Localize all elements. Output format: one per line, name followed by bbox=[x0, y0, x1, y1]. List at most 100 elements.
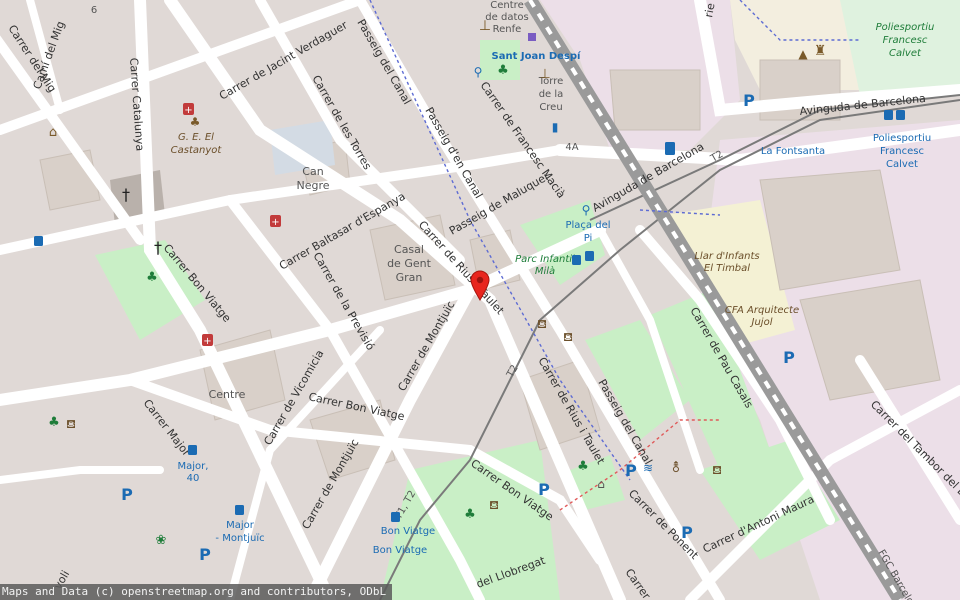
label-cfa-1: CFA Arquitecte bbox=[725, 305, 799, 316]
svg-text:P: P bbox=[121, 485, 133, 504]
svg-text:▮: ▮ bbox=[552, 120, 559, 134]
label-can-negre-2: Negre bbox=[296, 179, 329, 192]
monument-icon[interactable]: ⊥ bbox=[539, 67, 550, 82]
svg-text:⛾: ⛾ bbox=[489, 498, 499, 512]
svg-text:♣: ♣ bbox=[497, 63, 509, 78]
railway-station-icon[interactable] bbox=[528, 33, 536, 41]
parking-icon[interactable]: P bbox=[783, 348, 795, 367]
parking-icon[interactable]: P bbox=[121, 485, 133, 504]
label-torre-2: de la bbox=[539, 89, 564, 100]
swimming-icon[interactable]: ≋ bbox=[643, 461, 653, 475]
label-placa-del-pi-1: Plaça del bbox=[565, 220, 610, 231]
svg-text:❀: ❀ bbox=[156, 533, 167, 548]
label-placa-del-pi-2: Pi bbox=[584, 233, 593, 244]
svg-text:P: P bbox=[681, 523, 693, 542]
sports-icon[interactable]: ♜ bbox=[814, 43, 827, 59]
picnic-icon[interactable]: ⛾ bbox=[563, 330, 573, 344]
svg-text:⚨: ⚨ bbox=[671, 460, 682, 476]
church-icon[interactable]: † bbox=[122, 185, 130, 204]
label-centre-datos-3: Renfe bbox=[493, 24, 522, 35]
label-casal-2: de Gent bbox=[387, 257, 432, 270]
parking-icon[interactable]: P bbox=[538, 480, 550, 499]
picnic-icon[interactable]: ⛾ bbox=[66, 417, 76, 431]
label-gee-1: G. E. El bbox=[178, 132, 214, 143]
parking-icon[interactable]: P bbox=[199, 545, 211, 564]
recycling-icon[interactable]: ▮ bbox=[552, 120, 559, 134]
playground-icon[interactable]: ♣ bbox=[146, 270, 158, 285]
museum-icon[interactable]: ⌂ bbox=[49, 125, 57, 140]
label-major-40-2: 40 bbox=[187, 473, 200, 484]
dog-park-icon[interactable]: ❀ bbox=[156, 533, 167, 548]
label-centre: Centre bbox=[209, 388, 246, 401]
label-centre-datos-2: de datos bbox=[485, 12, 528, 23]
svg-text:♜: ♜ bbox=[814, 43, 827, 59]
bicycle-rental-icon[interactable]: ⚲ bbox=[474, 65, 483, 79]
label-bon-viatge-stop-2: Bon Viatge bbox=[373, 545, 427, 556]
svg-text:♣: ♣ bbox=[464, 507, 476, 522]
bus-stop-icon[interactable] bbox=[585, 251, 594, 261]
label-centre-datos-1: Centre bbox=[490, 0, 523, 11]
scout-icon[interactable]: ♣ bbox=[190, 115, 201, 129]
label-poliesportiu-b2: Francesc bbox=[880, 146, 924, 157]
svg-text:P: P bbox=[783, 348, 795, 367]
picnic-icon[interactable]: ⛾ bbox=[537, 317, 547, 331]
monument-icon[interactable]: ⊥ bbox=[479, 18, 491, 34]
svg-text:+: + bbox=[203, 336, 211, 347]
bicycle-rental-icon[interactable]: ⚲ bbox=[582, 203, 591, 217]
svg-text:⛾: ⛾ bbox=[712, 463, 722, 477]
toilets-icon[interactable]: ⚨ bbox=[671, 460, 682, 476]
svg-text:♣: ♣ bbox=[577, 459, 589, 474]
label-poliesportiu-b1: Poliesportiu bbox=[873, 133, 931, 144]
svg-text:⚲: ⚲ bbox=[474, 65, 483, 79]
svg-text:⌂: ⌂ bbox=[49, 125, 57, 140]
svg-text:†: † bbox=[154, 238, 162, 257]
svg-text:⊥: ⊥ bbox=[479, 18, 491, 34]
playground-icon[interactable]: ♣ bbox=[577, 459, 589, 474]
label-poliesportiu-b3: Calvet bbox=[886, 159, 918, 170]
svg-text:†: † bbox=[122, 185, 130, 204]
label-la-fontsanta: La Fontsanta bbox=[761, 146, 825, 157]
label-cfa-2: Jujol bbox=[750, 317, 773, 328]
svg-text:+: + bbox=[271, 217, 279, 228]
bus-stop-icon[interactable] bbox=[34, 236, 43, 246]
svg-text:⛾: ⛾ bbox=[537, 317, 547, 331]
svg-text:♣: ♣ bbox=[48, 415, 60, 430]
map-attribution: Maps and Data (c) openstreetmap.org and … bbox=[0, 584, 393, 600]
svg-text:⚲: ⚲ bbox=[582, 203, 591, 217]
svg-text:P: P bbox=[199, 545, 211, 564]
label-parc-infantil-2: Milà bbox=[535, 265, 555, 277]
label-poliesportiu-3: Calvet bbox=[889, 48, 922, 59]
label-number-6: 6 bbox=[91, 5, 97, 16]
parking-icon[interactable]: P bbox=[743, 91, 755, 110]
fuel-icon[interactable] bbox=[665, 142, 675, 155]
bus-stop-icon[interactable] bbox=[235, 505, 244, 515]
playground-icon[interactable]: ♣ bbox=[48, 415, 60, 430]
sports-icon[interactable]: ▲ bbox=[798, 47, 808, 61]
label-llar-2: El Timbal bbox=[704, 263, 750, 274]
church-icon[interactable]: † bbox=[154, 238, 162, 257]
svg-text:⌂: ⌂ bbox=[597, 477, 605, 491]
playground-icon[interactable]: ♣ bbox=[497, 63, 509, 78]
label-llar-1: Llar d'Infants bbox=[694, 251, 759, 262]
svg-text:♣: ♣ bbox=[190, 115, 201, 129]
bus-stop-icon[interactable] bbox=[896, 110, 905, 120]
svg-text:≋: ≋ bbox=[643, 461, 653, 475]
pharmacy-icon[interactable]: + bbox=[270, 215, 281, 228]
svg-text:P: P bbox=[743, 91, 755, 110]
bus-stop-icon[interactable] bbox=[391, 512, 400, 522]
pharmacy-icon[interactable]: + bbox=[202, 334, 213, 347]
parking-icon[interactable]: P bbox=[681, 523, 693, 542]
street-carrer-rie: rie bbox=[702, 2, 717, 19]
playground-icon[interactable]: ♣ bbox=[464, 507, 476, 522]
map-view[interactable]: Carrer del Mig Camí del Mig Carrer Catal… bbox=[0, 0, 960, 600]
parking-icon[interactable]: P bbox=[625, 461, 637, 480]
bus-stop-icon[interactable] bbox=[572, 255, 581, 265]
bus-stop-icon[interactable] bbox=[188, 445, 197, 455]
svg-text:♣: ♣ bbox=[146, 270, 158, 285]
svg-text:⊥: ⊥ bbox=[539, 67, 550, 82]
bus-stop-icon[interactable] bbox=[884, 110, 893, 120]
shelter-icon[interactable]: ⌂ bbox=[597, 477, 605, 491]
label-major-montjuic-1: Major bbox=[226, 520, 255, 531]
picnic-icon[interactable]: ⛾ bbox=[712, 463, 722, 477]
picnic-icon[interactable]: ⛾ bbox=[489, 498, 499, 512]
